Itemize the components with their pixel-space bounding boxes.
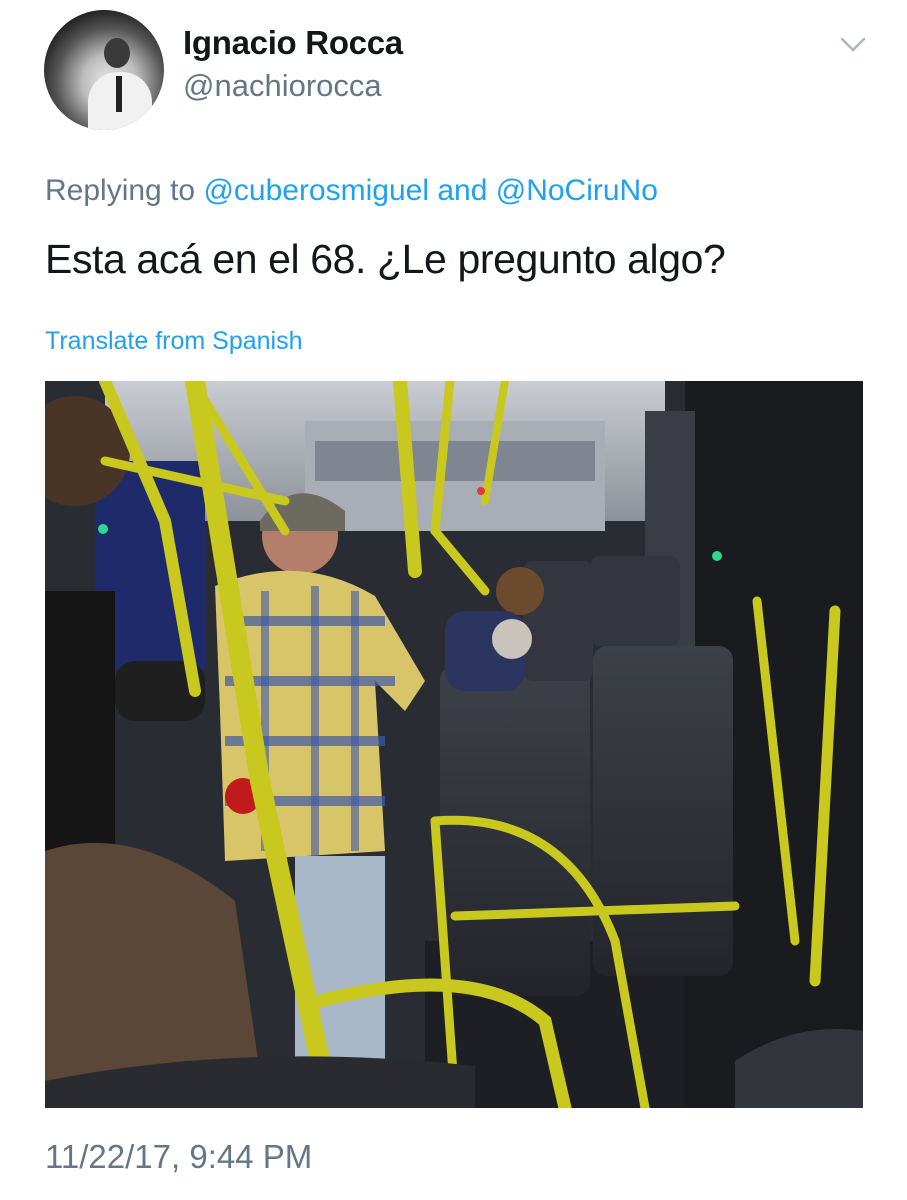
replying-to: Replying to @cuberosmiguel and @NoCiruNo xyxy=(45,174,658,208)
avatar-tie xyxy=(116,76,122,112)
chevron-down-icon[interactable] xyxy=(838,30,868,60)
bus-interior-photo xyxy=(45,381,863,1108)
tweet-photo[interactable] xyxy=(45,381,863,1108)
translate-link[interactable]: Translate from Spanish xyxy=(45,327,303,356)
mention-link[interactable]: @NoCiruNo xyxy=(496,174,658,207)
tweet-text: Esta acá en el 68. ¿Le pregunto algo? xyxy=(45,236,726,282)
tweet-timestamp[interactable]: 11/22/17, 9:44 PM xyxy=(45,1138,312,1176)
replying-joiner: and xyxy=(437,174,488,207)
display-name[interactable]: Ignacio Rocca xyxy=(183,24,403,62)
avatar-head xyxy=(104,38,130,68)
replying-prefix: Replying to xyxy=(45,174,196,207)
avatar[interactable] xyxy=(44,10,164,130)
user-handle[interactable]: @nachiorocca xyxy=(183,68,382,104)
mention-link[interactable]: @cuberosmiguel xyxy=(203,174,429,207)
